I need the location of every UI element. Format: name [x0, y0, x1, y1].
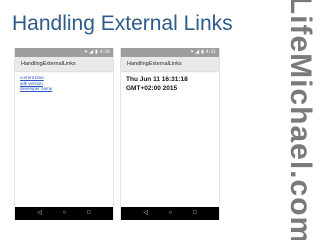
- app-bar: HandlingExternalLinks: [121, 57, 219, 71]
- signal-icon: ◢: [89, 49, 94, 55]
- date-output: Thu Jun 11 16:31:18 GMT+02:00 2015: [121, 71, 219, 97]
- app-bar: HandlingExternalLinks: [15, 57, 113, 71]
- navigation-bar: ◁ ○ □: [121, 207, 219, 220]
- app-title: HandlingExternalLinks: [21, 61, 76, 67]
- home-icon[interactable]: ○: [169, 207, 173, 220]
- navigation-bar: ◁ ○ □: [15, 207, 113, 220]
- links-list: current time sdk version developer name: [15, 71, 113, 96]
- status-bar: ▾ ◢ ▮ 4:36: [15, 48, 113, 57]
- date-line-2: GMT+02:00 2015: [126, 85, 178, 92]
- phone-screen-result: ▾ ◢ ▮ 4:31 HandlingExternalLinks Thu Jun…: [120, 48, 220, 220]
- status-bar: ▾ ◢ ▮ 4:31: [121, 48, 219, 57]
- back-icon[interactable]: ◁: [37, 207, 42, 220]
- date-line-1: Thu Jun 11 16:31:18: [126, 76, 188, 83]
- link-developer-name[interactable]: developer name: [20, 86, 108, 92]
- battery-icon: ▮: [95, 49, 98, 55]
- back-icon[interactable]: ◁: [143, 207, 148, 220]
- wifi-icon: ▾: [84, 49, 88, 55]
- battery-icon: ▮: [201, 49, 204, 55]
- app-title: HandlingExternalLinks: [127, 61, 182, 67]
- recents-icon[interactable]: □: [87, 207, 91, 220]
- wifi-icon: ▾: [190, 49, 194, 55]
- recents-icon[interactable]: □: [193, 207, 197, 220]
- phone-screen-links: ▾ ◢ ▮ 4:36 HandlingExternalLinks current…: [14, 48, 114, 220]
- home-icon[interactable]: ○: [63, 207, 67, 220]
- watermark: LifeMichael.com: [282, 0, 318, 240]
- status-time: 4:31: [205, 50, 216, 55]
- slide-title: Handling External Links: [12, 12, 233, 35]
- watermark-text: LifeMichael.com: [284, 0, 317, 240]
- status-time: 4:36: [99, 50, 110, 55]
- signal-icon: ◢: [195, 49, 200, 55]
